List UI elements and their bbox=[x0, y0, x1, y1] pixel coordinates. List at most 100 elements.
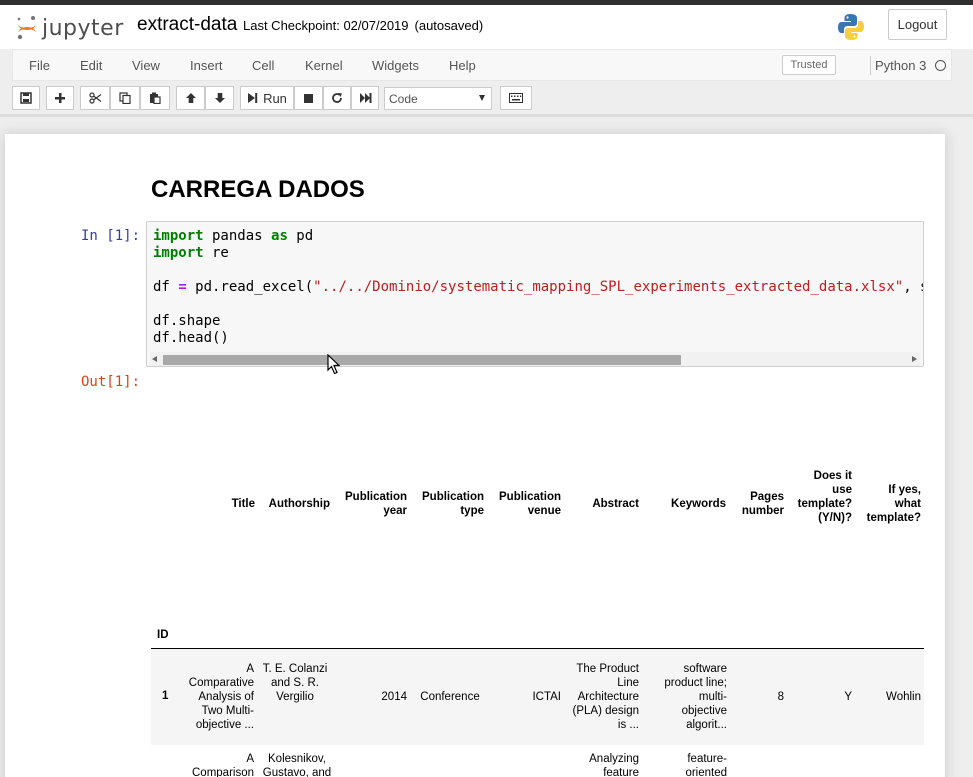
menu-insert[interactable]: Insert bbox=[190, 58, 223, 73]
notebook-container: CARREGA DADOS In [1]: import pandas as p… bbox=[5, 134, 945, 777]
kernel-name: Python 3 bbox=[875, 58, 927, 73]
menu-bar: File Edit View Insert Cell Kernel Widget… bbox=[12, 49, 952, 81]
jupyter-logo[interactable]: jupyter bbox=[16, 14, 124, 42]
fast-forward-icon bbox=[359, 93, 371, 103]
menu-kernel[interactable]: Kernel bbox=[305, 58, 343, 73]
code-token: "../../Dominio/systematic_mapping_SPL_ex… bbox=[313, 279, 904, 295]
column-header: Abstract bbox=[592, 498, 639, 510]
run-button[interactable]: Run bbox=[240, 86, 294, 110]
menu-cell[interactable]: Cell bbox=[252, 58, 274, 73]
menu-edit[interactable]: Edit bbox=[80, 58, 102, 73]
arrow-up-icon bbox=[185, 93, 196, 103]
copy-icon bbox=[119, 92, 131, 104]
python-logo-icon bbox=[838, 14, 864, 40]
code-text[interactable]: import pandas as pd import re df = pd.re… bbox=[153, 228, 923, 347]
menu-view[interactable]: View bbox=[132, 58, 160, 73]
table-cell: Kolesnikov, Gustavo, and bbox=[262, 753, 332, 777]
paste-icon bbox=[150, 92, 161, 104]
code-token: import bbox=[153, 228, 204, 244]
code-token: import bbox=[153, 245, 204, 261]
scroll-right-icon[interactable] bbox=[912, 356, 917, 362]
menu-file[interactable]: File bbox=[29, 58, 50, 73]
notebook-header: jupyter extract-data Last Checkpoint: 02… bbox=[0, 5, 973, 49]
copy-button[interactable] bbox=[110, 86, 140, 110]
kernel-idle-icon bbox=[935, 60, 946, 71]
table-cell: ICTAI bbox=[532, 691, 561, 703]
table-cell: 8 bbox=[777, 691, 784, 703]
column-header: If yes, what template? bbox=[866, 484, 921, 524]
column-header: Pages number bbox=[741, 491, 784, 517]
code-token: pandas bbox=[203, 228, 272, 244]
dataframe-output: Title Authorship Publication year Public… bbox=[151, 464, 924, 777]
restart-run-all-button[interactable] bbox=[351, 86, 379, 110]
table-cell: 2014 bbox=[381, 691, 407, 703]
jupyter-icon bbox=[17, 16, 36, 40]
stop-icon bbox=[304, 93, 313, 103]
autosaved-text: (autosaved) bbox=[414, 18, 484, 33]
logout-button[interactable]: Logout bbox=[888, 9, 947, 40]
kernel-separator bbox=[870, 56, 871, 75]
trusted-indicator[interactable]: Trusted bbox=[782, 55, 836, 75]
column-header: Publication type bbox=[422, 491, 484, 517]
command-palette-button[interactable] bbox=[500, 86, 532, 110]
code-token: re bbox=[203, 245, 229, 261]
code-cell-input[interactable]: import pandas as pd import re df = pd.re… bbox=[146, 221, 924, 367]
table-cell: software product line; multi-objective a… bbox=[664, 663, 727, 731]
menu-widgets[interactable]: Widgets bbox=[372, 58, 419, 73]
code-token: pd bbox=[287, 228, 314, 244]
input-prompt: In [1]: bbox=[81, 228, 141, 244]
checkpoint-status: Last Checkpoint: 02/07/2019 (autosaved) bbox=[243, 18, 483, 33]
table-cell: Wohlin bbox=[886, 691, 921, 703]
chevron-down-icon bbox=[479, 95, 485, 101]
move-up-button[interactable] bbox=[176, 86, 205, 110]
table-cell: The Product Line Architecture (PLA) desi… bbox=[572, 663, 639, 731]
run-label: Run bbox=[263, 90, 287, 106]
scrollbar-thumb[interactable] bbox=[163, 355, 681, 365]
keyboard-icon bbox=[509, 93, 523, 103]
save-button[interactable] bbox=[12, 86, 40, 110]
restart-button[interactable] bbox=[323, 86, 351, 110]
move-down-button[interactable] bbox=[205, 86, 234, 110]
column-header: Publication venue bbox=[499, 491, 561, 517]
toolbar: Run Code bbox=[0, 82, 973, 114]
scroll-left-icon[interactable] bbox=[152, 356, 157, 362]
mouse-cursor-icon bbox=[327, 354, 341, 375]
column-header: Keywords bbox=[671, 498, 726, 510]
menu-help[interactable]: Help bbox=[449, 58, 476, 73]
scissors-icon bbox=[88, 92, 101, 104]
column-header: Publication year bbox=[345, 491, 407, 517]
code-token: df bbox=[153, 279, 179, 295]
table-cell: Analyzing feature bbox=[589, 753, 639, 777]
table-cell: A Comparative Analysis of Two Multi-obje… bbox=[188, 663, 254, 731]
column-header: Authorship bbox=[268, 498, 330, 510]
code-token: = bbox=[178, 279, 187, 295]
index-header: ID bbox=[157, 629, 169, 641]
paste-button[interactable] bbox=[140, 86, 170, 110]
cut-button[interactable] bbox=[80, 86, 110, 110]
table-cell: Y bbox=[844, 691, 852, 703]
column-header: Title bbox=[231, 498, 255, 510]
interrupt-button[interactable] bbox=[294, 86, 323, 110]
code-token: as bbox=[271, 228, 288, 244]
table-cell: A Comparison bbox=[192, 753, 254, 777]
column-header: Does it use template? (Y/N)? bbox=[797, 470, 852, 524]
step-forward-icon bbox=[248, 93, 258, 103]
table-cell: T. E. Colanzi and S. R. Vergilio bbox=[262, 663, 328, 703]
code-token: df.shape bbox=[153, 313, 221, 329]
code-token: df.head() bbox=[153, 330, 229, 346]
table-cell: Conference bbox=[420, 691, 480, 703]
output-prompt: Out[1]: bbox=[81, 374, 141, 390]
table-cell: feature-oriented bbox=[685, 753, 727, 777]
restart-icon bbox=[332, 93, 342, 103]
cell-type-select[interactable]: Code bbox=[384, 87, 492, 110]
notebook-name[interactable]: extract-data bbox=[137, 14, 237, 36]
save-icon bbox=[20, 92, 32, 104]
markdown-heading[interactable]: CARREGA DADOS bbox=[151, 176, 365, 204]
code-token: , s bbox=[903, 279, 923, 295]
logo-text: jupyter bbox=[42, 15, 124, 41]
plus-icon bbox=[55, 93, 65, 103]
code-token: pd.read_excel( bbox=[186, 279, 314, 295]
horizontal-scrollbar[interactable] bbox=[150, 352, 920, 366]
header-shadow bbox=[0, 114, 973, 117]
insert-cell-button[interactable] bbox=[46, 86, 74, 110]
